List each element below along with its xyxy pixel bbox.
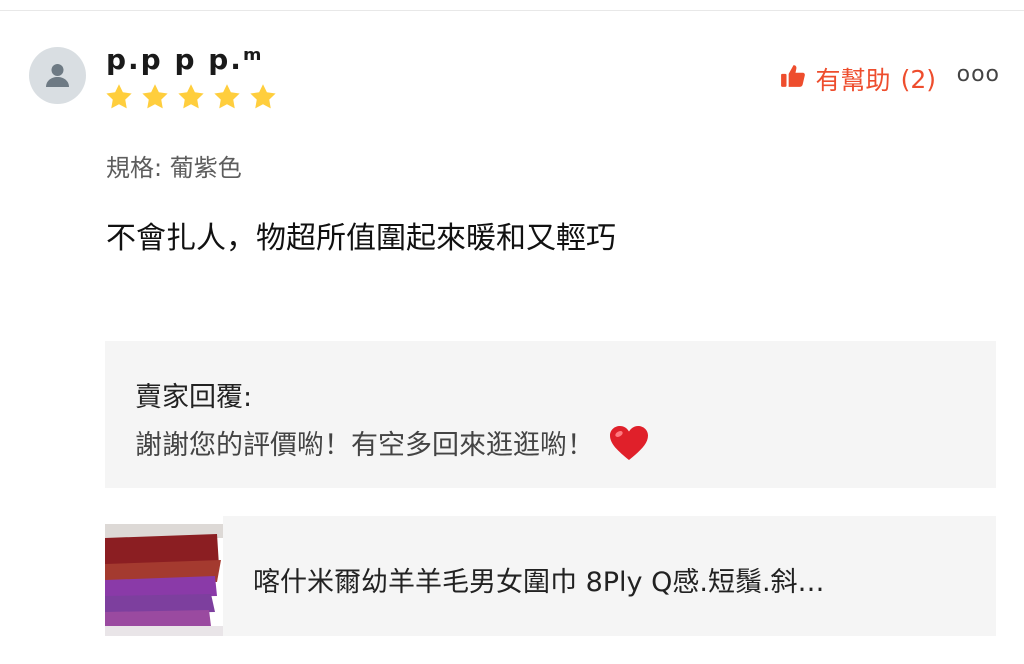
star-icon [212,82,242,112]
product-card[interactable]: 喀什米爾幼羊羊毛男女圍巾 8Ply Q感.短鬚.斜… [105,516,996,636]
user-icon [46,64,69,87]
seller-reply-title: 賣家回覆: [135,382,253,413]
rating-stars [104,82,278,112]
variation-label: 規格: 葡紫色 [106,154,242,182]
review-card: p.p p p.ᵐ 有幫助 2 ooo 規格: 葡紫色 不會扎人，物超所值圍起來… [0,0,1024,664]
seller-reply-body: 謝謝您的評價喲！有空多回來逛逛喲！ [135,423,650,462]
product-name[interactable]: 喀什米爾幼羊羊毛男女圍巾 8Ply Q感.短鬚.斜… [253,560,973,599]
star-icon [176,82,206,112]
seller-reply: 賣家回覆: 謝謝您的評價喲！有空多回來逛逛喲！ [105,341,996,488]
helpful-count: 2 [901,65,936,94]
helpful-button[interactable]: 有幫助 2 [780,61,936,97]
star-icon [104,82,134,112]
helpful-label: 有幫助 [815,66,891,95]
review-comment: 不會扎人，物超所值圍起來暖和又輕巧 [106,221,616,256]
avatar[interactable] [29,47,86,104]
product-thumbnail[interactable] [105,516,223,636]
divider [0,10,1024,11]
reviewer-name: p.p p p.ᵐ [106,43,264,76]
thumbs-up-icon [780,63,806,95]
star-icon [248,82,278,112]
star-icon [140,82,170,112]
more-icon[interactable]: ooo [957,62,1000,87]
heart-icon [608,424,650,462]
seller-reply-text: 謝謝您的評價喲！有空多回來逛逛喲！ [135,430,594,461]
